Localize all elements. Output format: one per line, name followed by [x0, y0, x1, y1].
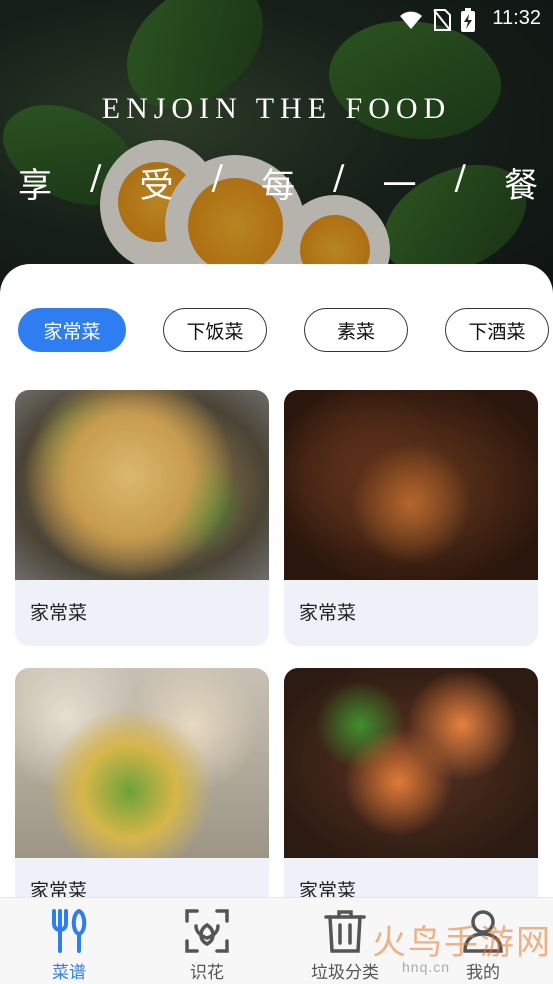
tab-label: 菜谱 — [52, 963, 86, 983]
hero-subtitle-separator: / — [333, 158, 345, 198]
status-bar: 11:32 — [0, 0, 553, 38]
hero-subtitle: 享 / 受 / 每 / 一 / 餐 — [18, 158, 538, 207]
hero-subtitle-char: 餐 — [504, 166, 538, 206]
chip-rice-dishes[interactable]: 下饭菜 — [163, 308, 267, 352]
hero-title: ENJOIN THE FOOD — [101, 92, 452, 125]
trash-icon — [324, 910, 366, 953]
recipe-photo — [15, 668, 269, 858]
hero-subtitle-char: 受 — [139, 166, 174, 206]
category-chips: 家常菜 下饭菜 素菜 下酒菜 — [18, 308, 549, 352]
hero-subtitle-char: 一 — [382, 166, 417, 206]
tab-label: 识花 — [190, 963, 224, 983]
hero-subtitle-separator: / — [211, 158, 223, 198]
content-sheet: 家常菜 下饭菜 素菜 下酒菜 家常菜 家常菜 家常菜 家常菜 — [0, 264, 553, 904]
tab-recipes[interactable]: 菜谱 — [14, 906, 124, 983]
tab-identify-flower[interactable]: 识花 — [152, 906, 262, 983]
watermark-text: 火鸟手游网 — [372, 924, 552, 962]
recipe-photo — [15, 390, 269, 580]
no-sim-icon — [433, 9, 451, 31]
wifi-icon — [400, 11, 422, 29]
hero-subtitle-separator: / — [454, 158, 466, 198]
hero-subtitle-char: 每 — [261, 166, 295, 206]
hero-subtitle-char: 享 — [18, 166, 52, 206]
status-time: 11:32 — [492, 7, 541, 29]
recipe-card[interactable]: 家常菜 — [15, 390, 269, 646]
fork-knife-icon — [52, 908, 87, 953]
hero-subtitle-separator: / — [90, 158, 102, 198]
watermark-url: hnq.cn — [402, 959, 451, 975]
hero-banner — [0, 0, 553, 300]
battery-charging-icon — [461, 8, 475, 32]
recipe-card[interactable]: 家常菜 — [284, 668, 538, 904]
chip-vegetarian[interactable]: 素菜 — [304, 308, 408, 352]
recipe-photo — [284, 390, 538, 580]
watermark: 火鸟手游网 hnq.cn — [372, 915, 552, 975]
recipe-label: 家常菜 — [299, 602, 357, 624]
scan-flower-icon — [185, 909, 229, 953]
recipe-card[interactable]: 家常菜 — [15, 668, 269, 904]
recipe-label: 家常菜 — [30, 602, 88, 624]
chip-drinking-dishes[interactable]: 下酒菜 — [445, 308, 549, 352]
chip-home-style[interactable]: 家常菜 — [18, 308, 126, 352]
recipe-photo — [284, 668, 538, 858]
recipe-card[interactable]: 家常菜 — [284, 390, 538, 646]
